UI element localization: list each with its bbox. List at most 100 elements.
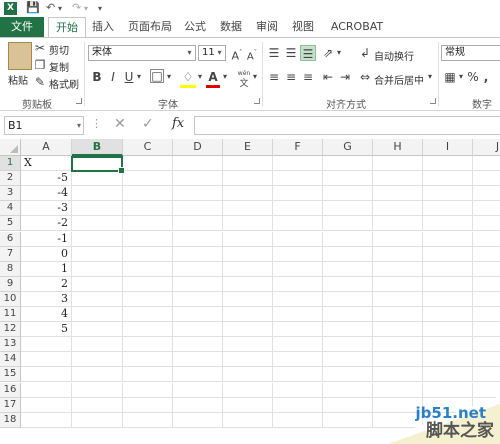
- cell-c4[interactable]: [123, 201, 173, 217]
- row-header-1[interactable]: 1: [0, 156, 21, 171]
- cell-f3[interactable]: [273, 186, 323, 202]
- cell-j2[interactable]: [473, 171, 500, 187]
- currency-button[interactable]: ▦: [442, 69, 458, 85]
- cell-c3[interactable]: [123, 186, 173, 202]
- fill-color-dropdown-icon[interactable]: ▾: [196, 69, 204, 85]
- cell-e4[interactable]: [223, 201, 273, 217]
- cell-i15[interactable]: [423, 367, 473, 383]
- cell-g16[interactable]: [323, 382, 373, 398]
- align-top-button[interactable]: ☰: [266, 45, 282, 61]
- cell-g9[interactable]: [323, 276, 373, 292]
- decrease-indent-button[interactable]: ⇤: [320, 69, 336, 85]
- font-launcher-icon[interactable]: [254, 98, 260, 104]
- cell-i11[interactable]: [423, 307, 473, 322]
- cell-a15[interactable]: [21, 367, 72, 383]
- cell-g2[interactable]: [323, 171, 373, 187]
- format-painter-button[interactable]: 格式刷: [49, 76, 79, 91]
- number-format-select[interactable]: 常规: [441, 45, 500, 61]
- cell-f8[interactable]: [273, 261, 323, 277]
- cell-b9[interactable]: [72, 276, 123, 292]
- cell-a2[interactable]: -5: [21, 171, 72, 187]
- cell-f4[interactable]: [273, 201, 323, 217]
- cell-i10[interactable]: [423, 291, 473, 307]
- save-icon[interactable]: 💾: [26, 1, 40, 14]
- column-header-c[interactable]: C: [123, 139, 173, 156]
- cell-f6[interactable]: [273, 231, 323, 247]
- cell-c15[interactable]: [123, 367, 173, 383]
- cell-g14[interactable]: [323, 352, 373, 368]
- cell-h14[interactable]: [373, 352, 423, 368]
- cell-d5[interactable]: [173, 216, 223, 232]
- cell-a12[interactable]: 5: [21, 322, 72, 338]
- tab-view[interactable]: 视图: [288, 17, 318, 38]
- cell-c5[interactable]: [123, 216, 173, 232]
- row-header-9[interactable]: 9: [0, 276, 21, 292]
- cell-h7[interactable]: [373, 246, 423, 262]
- cell-a1[interactable]: X: [21, 156, 72, 171]
- cell-g1[interactable]: [323, 156, 373, 171]
- cell-c14[interactable]: [123, 352, 173, 368]
- cell-b15[interactable]: [72, 367, 123, 383]
- cell-j14[interactable]: [473, 352, 500, 368]
- cell-i9[interactable]: [423, 276, 473, 292]
- row-header-8[interactable]: 8: [0, 261, 21, 277]
- cell-f1[interactable]: [273, 156, 323, 171]
- cell-c11[interactable]: [123, 307, 173, 322]
- cell-b17[interactable]: [72, 397, 123, 413]
- cell-a14[interactable]: [21, 352, 72, 368]
- cell-c10[interactable]: [123, 291, 173, 307]
- cell-a18[interactable]: [21, 412, 72, 428]
- row-header-4[interactable]: 4: [0, 201, 21, 217]
- cell-f2[interactable]: [273, 171, 323, 187]
- cell-a8[interactable]: 1: [21, 261, 72, 277]
- cell-b5[interactable]: [72, 216, 123, 232]
- clipboard-launcher-icon[interactable]: [76, 98, 82, 104]
- cell-a13[interactable]: [21, 337, 72, 353]
- cell-a9[interactable]: 2: [21, 276, 72, 292]
- cell-i5[interactable]: [423, 216, 473, 232]
- column-header-a[interactable]: A: [21, 139, 72, 156]
- cell-g6[interactable]: [323, 231, 373, 247]
- cell-f18[interactable]: [273, 412, 323, 428]
- cell-g13[interactable]: [323, 337, 373, 353]
- cell-j3[interactable]: [473, 186, 500, 202]
- copy-button[interactable]: 复制: [49, 59, 69, 74]
- cut-button[interactable]: 剪切: [49, 42, 69, 57]
- column-header-e[interactable]: E: [223, 139, 273, 156]
- cell-i8[interactable]: [423, 261, 473, 277]
- cell-c1[interactable]: [123, 156, 173, 171]
- cell-d17[interactable]: [173, 397, 223, 413]
- cell-c9[interactable]: [123, 276, 173, 292]
- paste-button[interactable]: 粘贴: [8, 72, 28, 87]
- customize-icon[interactable]: ▾: [98, 4, 102, 13]
- row-header-14[interactable]: 14: [0, 352, 21, 368]
- cell-c13[interactable]: [123, 337, 173, 353]
- cell-e7[interactable]: [223, 246, 273, 262]
- cell-b18[interactable]: [72, 412, 123, 428]
- cell-b7[interactable]: [72, 246, 123, 262]
- cell-e17[interactable]: [223, 397, 273, 413]
- cell-h13[interactable]: [373, 337, 423, 353]
- cell-d10[interactable]: [173, 291, 223, 307]
- cell-e18[interactable]: [223, 412, 273, 428]
- cell-e15[interactable]: [223, 367, 273, 383]
- paste-icon[interactable]: [8, 42, 32, 70]
- phonetic-dropdown-icon[interactable]: ▾: [251, 69, 259, 85]
- cell-h10[interactable]: [373, 291, 423, 307]
- cell-f12[interactable]: [273, 322, 323, 338]
- cell-f9[interactable]: [273, 276, 323, 292]
- cell-g11[interactable]: [323, 307, 373, 322]
- cell-b8[interactable]: [72, 261, 123, 277]
- formula-input[interactable]: [194, 116, 500, 135]
- borders-dropdown-icon[interactable]: ▾: [165, 69, 173, 85]
- column-header-j[interactable]: J: [473, 139, 500, 156]
- cell-c18[interactable]: [123, 412, 173, 428]
- cell-e8[interactable]: [223, 261, 273, 277]
- row-header-13[interactable]: 13: [0, 337, 21, 353]
- cell-a3[interactable]: -4: [21, 186, 72, 202]
- row-header-2[interactable]: 2: [0, 171, 21, 187]
- cell-f14[interactable]: [273, 352, 323, 368]
- cell-e3[interactable]: [223, 186, 273, 202]
- cell-g7[interactable]: [323, 246, 373, 262]
- cell-i2[interactable]: [423, 171, 473, 187]
